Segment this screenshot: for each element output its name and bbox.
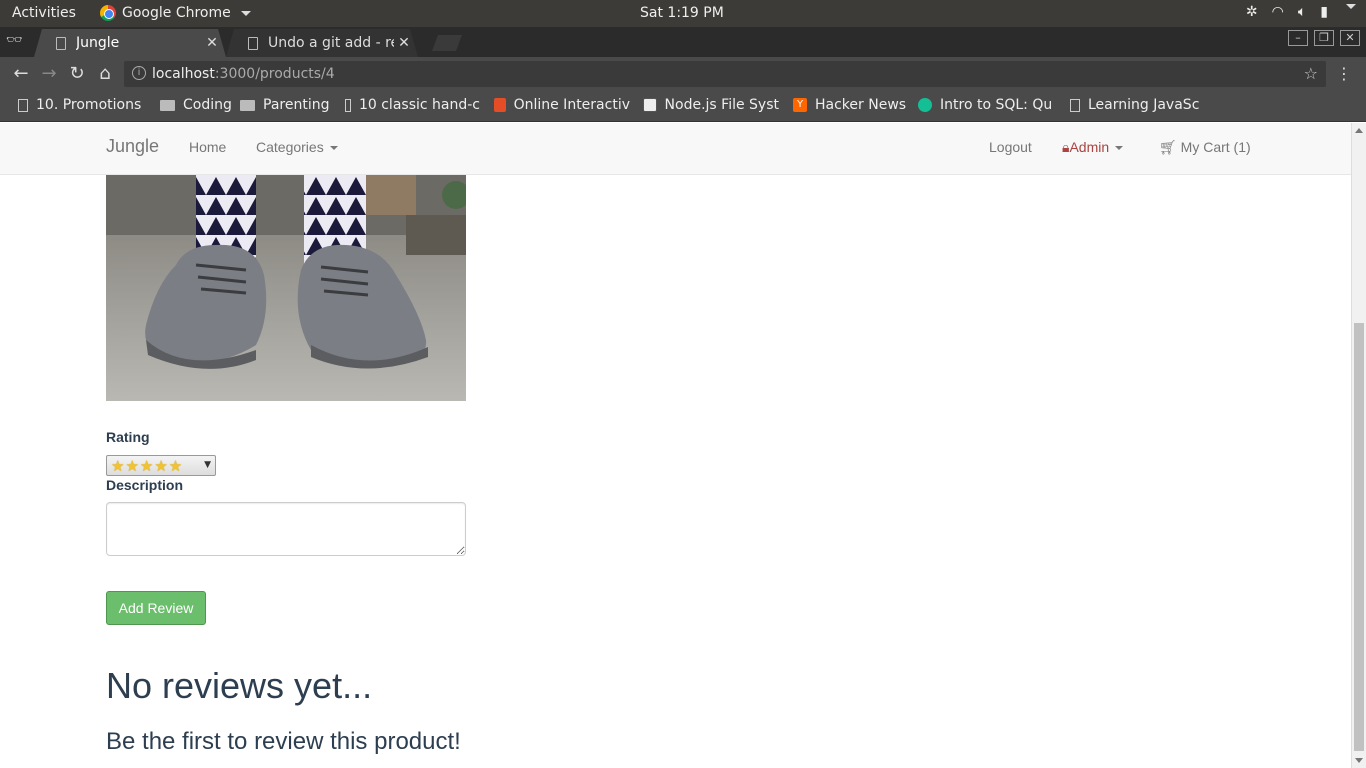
back-icon[interactable]: ← bbox=[10, 64, 32, 84]
page-icon bbox=[345, 98, 351, 112]
bookmark-item[interactable]: Y Hacker News bbox=[793, 97, 906, 113]
bookmark-item[interactable]: 10. Promotions bbox=[18, 97, 141, 113]
w3-icon bbox=[643, 98, 657, 112]
vertical-scrollbar[interactable] bbox=[1351, 123, 1366, 768]
bookmark-label: Learning JavaSc bbox=[1088, 97, 1200, 113]
bookmark-star-icon[interactable]: ☆ bbox=[1304, 64, 1318, 83]
close-window-button[interactable]: ✕ bbox=[1340, 30, 1360, 46]
nav-admin[interactable]: 🔒︎Admin bbox=[1062, 139, 1124, 156]
bookmark-label: Parenting bbox=[263, 97, 330, 113]
address-bar[interactable]: i localhost:3000/products/4 ☆ bbox=[124, 61, 1326, 87]
folder-icon bbox=[160, 99, 175, 111]
page-icon bbox=[1070, 98, 1080, 112]
page-icon bbox=[248, 37, 258, 50]
system-tray[interactable]: ✲ ◠ 🔈︎ ▮ bbox=[1246, 4, 1356, 20]
description-label: Description bbox=[106, 477, 184, 493]
nav-admin-label: Admin bbox=[1069, 139, 1110, 155]
nav-cart[interactable]: 🛒︎ My Cart (1) bbox=[1159, 139, 1251, 156]
khan-icon bbox=[918, 98, 932, 112]
add-review-button[interactable]: Add Review bbox=[106, 591, 206, 625]
bookmark-label: Intro to SQL: Qu bbox=[940, 97, 1053, 113]
url-host: localhost bbox=[152, 66, 215, 82]
y-icon: Y bbox=[793, 98, 807, 112]
close-icon[interactable]: ✕ bbox=[394, 35, 414, 51]
url-text[interactable]: localhost:3000/products/4 bbox=[152, 66, 335, 82]
chrome-icon bbox=[100, 5, 116, 21]
site-navbar: Jungle Home Categories Logout 🔒︎Admin 🛒︎… bbox=[0, 123, 1351, 175]
tab-title: Jungle bbox=[76, 35, 120, 51]
bookmark-folder[interactable]: Parenting bbox=[240, 97, 329, 113]
reviews-heading: No reviews yet... bbox=[106, 665, 373, 706]
browser-toolbar: ← → ↻ ⌂ i localhost:3000/products/4 ☆ ⋮ bbox=[0, 57, 1366, 91]
minimize-button[interactable]: – bbox=[1288, 30, 1308, 46]
os-top-bar: Activities Google Chrome Sat 1:19 PM ✲ ◠… bbox=[0, 0, 1366, 27]
cart-icon: 🛒︎ bbox=[1159, 139, 1181, 155]
bookmark-label: Node.js File Syst bbox=[664, 97, 779, 113]
site-brand[interactable]: Jungle bbox=[106, 136, 159, 157]
page-viewport: Jungle Home Categories Logout 🔒︎Admin 🛒︎… bbox=[0, 123, 1351, 768]
close-icon[interactable]: ✕ bbox=[202, 35, 222, 51]
reviews-subheading: Be the first to review this product! bbox=[106, 728, 461, 755]
page-icon bbox=[56, 37, 66, 50]
tab-strip: 👓︎ Jungle ✕ Undo a git add - rem ✕ bbox=[0, 27, 1366, 57]
clock[interactable]: Sat 1:19 PM bbox=[640, 5, 724, 21]
volume-icon[interactable]: 🔈︎ bbox=[1298, 4, 1306, 20]
forward-icon[interactable]: → bbox=[38, 64, 60, 84]
url-path: :3000/products/4 bbox=[214, 66, 335, 82]
bookmark-label: Hacker News bbox=[815, 97, 907, 113]
bookmark-item[interactable]: Online Interactiv bbox=[494, 97, 630, 113]
caret-down-icon bbox=[1115, 146, 1124, 151]
star-rating-icons: ★★★★★ bbox=[111, 456, 184, 475]
tab-git-undo[interactable]: Undo a git add - rem ✕ bbox=[226, 29, 418, 57]
nav-home[interactable]: Home bbox=[189, 139, 226, 155]
description-textarea[interactable] bbox=[106, 502, 466, 556]
rating-label: Rating bbox=[106, 429, 150, 445]
scrollbar-thumb[interactable] bbox=[1354, 323, 1364, 751]
new-tab-button[interactable] bbox=[432, 35, 462, 51]
rating-select[interactable]: ★★★★★ ▼ bbox=[106, 455, 216, 476]
app-menu[interactable]: Google Chrome bbox=[100, 5, 251, 21]
nav-categories[interactable]: Categories bbox=[256, 139, 338, 155]
product-image bbox=[106, 175, 466, 401]
bookmark-item[interactable]: 10 classic hand-c bbox=[345, 97, 480, 113]
bookmark-label: 10. Promotions bbox=[36, 97, 142, 113]
tab-jungle[interactable]: Jungle ✕ bbox=[34, 29, 226, 57]
chrome-menu-icon[interactable]: ⋮ bbox=[1336, 64, 1352, 83]
dropdown-arrow-icon: ▼ bbox=[204, 460, 211, 470]
nav-categories-label: Categories bbox=[256, 139, 324, 155]
scroll-up-arrow-icon[interactable] bbox=[1355, 128, 1363, 133]
incognito-icon: 👓︎ bbox=[6, 33, 23, 48]
bookmark-label: Coding bbox=[183, 97, 232, 113]
bookmark-item[interactable]: Node.js File Syst bbox=[643, 97, 779, 113]
bookmark-item[interactable]: Learning JavaSc bbox=[1070, 97, 1206, 113]
bookmark-label: Online Interactiv bbox=[513, 97, 630, 113]
bookmarks-bar: 10. Promotions Coding Parenting 10 class… bbox=[0, 91, 1366, 122]
app-name: Google Chrome bbox=[122, 5, 231, 21]
folder-icon bbox=[240, 99, 255, 111]
wifi-icon[interactable]: ◠ bbox=[1272, 4, 1284, 20]
home-icon[interactable]: ⌂ bbox=[94, 64, 116, 84]
html5-icon bbox=[494, 98, 506, 112]
scroll-down-arrow-icon[interactable] bbox=[1355, 758, 1363, 763]
settings-icon[interactable]: ✲ bbox=[1246, 4, 1258, 20]
activities-button[interactable]: Activities bbox=[12, 5, 76, 21]
chevron-down-icon bbox=[240, 10, 251, 16]
bookmark-label: 10 classic hand-c bbox=[358, 97, 480, 113]
restore-button[interactable]: ❐ bbox=[1314, 30, 1334, 46]
page-icon bbox=[18, 98, 28, 112]
nav-cart-label: My Cart (1) bbox=[1180, 139, 1251, 155]
battery-icon[interactable]: ▮ bbox=[1320, 4, 1328, 20]
caret-down-icon bbox=[329, 146, 338, 151]
nav-logout[interactable]: Logout bbox=[989, 139, 1032, 155]
bookmark-item[interactable]: Intro to SQL: Qu bbox=[918, 97, 1054, 113]
chevron-down-icon[interactable] bbox=[1346, 4, 1356, 9]
info-icon[interactable]: i bbox=[132, 66, 146, 80]
reload-icon[interactable]: ↻ bbox=[66, 64, 88, 84]
tab-title: Undo a git add - rem bbox=[268, 35, 391, 51]
bookmark-folder[interactable]: Coding bbox=[160, 97, 232, 113]
